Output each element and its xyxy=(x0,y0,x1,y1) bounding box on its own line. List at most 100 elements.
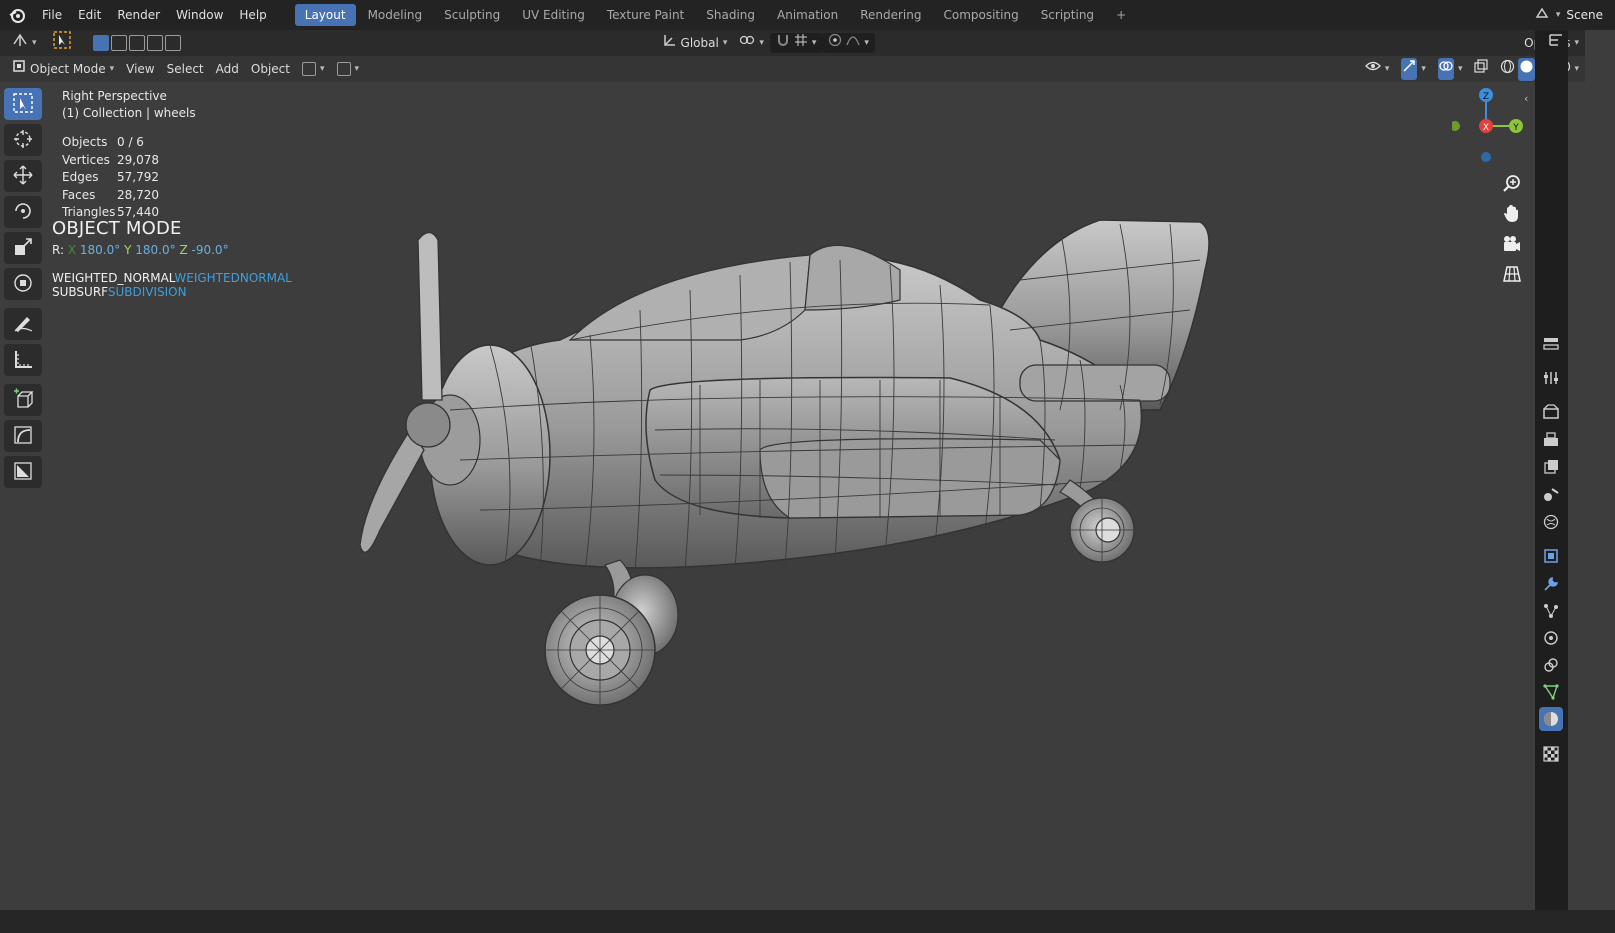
snap-toggle[interactable]: ▾ xyxy=(769,33,823,53)
outliner-icon[interactable] xyxy=(1545,30,1567,52)
tab-rendering[interactable]: Rendering xyxy=(850,4,931,26)
move-tool[interactable] xyxy=(4,160,42,192)
wireframe-shading-icon[interactable] xyxy=(1500,59,1515,80)
stat-row: Faces 28,720 xyxy=(62,187,159,205)
sidebar-toggle-chevron-icon[interactable]: ‹ xyxy=(1524,92,1528,105)
chevron-down-icon: ▾ xyxy=(109,64,115,74)
airplane-model[interactable] xyxy=(340,200,1240,720)
view-layer-icon[interactable] xyxy=(1539,455,1563,479)
snap-grid-icon xyxy=(794,33,808,53)
rotation-z-value: -90.0° xyxy=(191,243,229,257)
blender-logo-icon[interactable] xyxy=(6,4,28,26)
add-menu[interactable]: Add xyxy=(210,59,245,79)
viewport-info: Right Perspective (1) Collection | wheel… xyxy=(62,88,196,122)
navigation-gizmo[interactable]: Z Y X xyxy=(1452,85,1532,165)
gizmo-toggle-icon xyxy=(1401,58,1418,80)
select-menu[interactable]: Select xyxy=(161,59,210,79)
select-new-icon[interactable] xyxy=(92,35,109,51)
pan-button[interactable] xyxy=(1497,202,1527,228)
proportional-edit-toggle[interactable]: ▾ xyxy=(822,33,875,53)
measure-tool[interactable] xyxy=(4,344,42,376)
menu-render[interactable]: Render xyxy=(109,0,168,30)
scale-tool[interactable] xyxy=(4,232,42,264)
view-menu[interactable]: View xyxy=(120,59,160,79)
camera-icon xyxy=(1502,234,1522,257)
transform-tool[interactable] xyxy=(4,268,42,300)
rotate-tool[interactable] xyxy=(4,196,42,228)
select-invert-icon[interactable] xyxy=(146,35,163,51)
menu-help[interactable]: Help xyxy=(231,0,274,30)
select-tool-icon xyxy=(52,31,71,55)
render-icon[interactable] xyxy=(1539,400,1563,424)
select-box-tool[interactable] xyxy=(4,88,42,120)
overlays-dropdown[interactable]: ▾ xyxy=(1432,58,1469,80)
cursor-tool[interactable] xyxy=(4,124,42,156)
xray-toggle[interactable] xyxy=(1468,59,1494,79)
editor-type-button[interactable]: ▾ xyxy=(6,33,43,53)
select-intersect-icon[interactable] xyxy=(164,35,181,51)
curve-tool[interactable] xyxy=(4,420,42,452)
add-cube-tool[interactable] xyxy=(4,384,42,416)
gizmo-dropdown[interactable]: ▾ xyxy=(1395,58,1432,80)
tab-compositing[interactable]: Compositing xyxy=(933,4,1028,26)
properties-editor-icon[interactable] xyxy=(1539,332,1563,356)
tool-icon[interactable] xyxy=(1539,366,1563,390)
chevron-down-icon[interactable]: ▾ xyxy=(1574,59,1579,79)
grid-perspective-icon xyxy=(1502,264,1522,287)
object-icon[interactable] xyxy=(1539,544,1563,568)
modifier-line: WEIGHTED_NORMALWEIGHTEDNORMAL xyxy=(52,271,292,285)
menu-file[interactable]: File xyxy=(34,0,70,30)
tab-shading[interactable]: Shading xyxy=(696,4,765,26)
camera-view-button[interactable] xyxy=(1497,232,1527,258)
annotate-tool[interactable] xyxy=(4,308,42,340)
constraints-icon[interactable] xyxy=(1539,653,1563,677)
menu-edit[interactable]: Edit xyxy=(70,0,109,30)
scene-selector[interactable]: ▾ Scene xyxy=(1534,5,1603,24)
transform-orientation-dropdown[interactable]: Global ▾ xyxy=(657,33,734,53)
rotation-z-label: Z xyxy=(179,243,188,257)
tab-layout[interactable]: Layout xyxy=(294,4,356,26)
y-axis-label: Y xyxy=(1512,123,1519,133)
select-extend-icon[interactable] xyxy=(110,35,127,51)
magnet-icon xyxy=(776,33,790,53)
active-tool-button[interactable] xyxy=(47,31,77,55)
chevron-down-icon: ▾ xyxy=(319,64,325,74)
gpencil-dropdown[interactable]: ▾ xyxy=(296,59,331,79)
view-name: Right Perspective xyxy=(62,89,167,103)
tab-uv-editing[interactable]: UV Editing xyxy=(512,4,595,26)
perspective-toggle-button[interactable] xyxy=(1497,262,1527,288)
object-mode-icon xyxy=(12,59,26,79)
chevron-down-icon: ▾ xyxy=(1574,38,1579,48)
world-icon[interactable] xyxy=(1539,510,1563,534)
tab-modeling[interactable]: Modeling xyxy=(358,4,433,26)
mode-dropdown[interactable]: Object Mode ▾ xyxy=(6,59,120,79)
scene-properties-icon[interactable] xyxy=(1539,482,1563,506)
tab-sculpting[interactable]: Sculpting xyxy=(434,4,510,26)
tab-animation[interactable]: Animation xyxy=(767,4,848,26)
output-icon[interactable] xyxy=(1539,428,1563,452)
pivot-point-dropdown[interactable]: ▾ xyxy=(733,33,770,53)
z-axis-label: Z xyxy=(1483,92,1489,102)
particles-icon[interactable] xyxy=(1539,599,1563,623)
material-icon[interactable] xyxy=(1539,707,1563,731)
physics-icon[interactable] xyxy=(1539,626,1563,650)
visibility-dropdown[interactable]: ▾ xyxy=(1359,59,1396,79)
stat-value: 57,792 xyxy=(117,170,159,184)
tab-texture-paint[interactable]: Texture Paint xyxy=(597,4,694,26)
zoom-button[interactable] xyxy=(1497,172,1527,198)
select-subtract-icon[interactable] xyxy=(128,35,145,51)
menu-window[interactable]: Window xyxy=(168,0,231,30)
modifier-icon[interactable] xyxy=(1539,572,1563,596)
tab-scripting[interactable]: Scripting xyxy=(1031,4,1104,26)
solid-shading-icon[interactable] xyxy=(1518,57,1536,81)
curve-icon xyxy=(12,424,34,449)
data-icon[interactable] xyxy=(1539,680,1563,704)
texture-icon[interactable] xyxy=(1539,742,1563,766)
curve-dropdown[interactable]: ▾ xyxy=(331,59,366,79)
shade-tool[interactable] xyxy=(4,456,42,488)
add-workspace-button[interactable]: + xyxy=(1106,4,1136,26)
chevron-down-icon: ▾ xyxy=(759,38,764,48)
object-menu[interactable]: Object xyxy=(245,59,296,79)
eye-icon xyxy=(1364,59,1381,79)
orientation-label: Global xyxy=(680,36,719,50)
